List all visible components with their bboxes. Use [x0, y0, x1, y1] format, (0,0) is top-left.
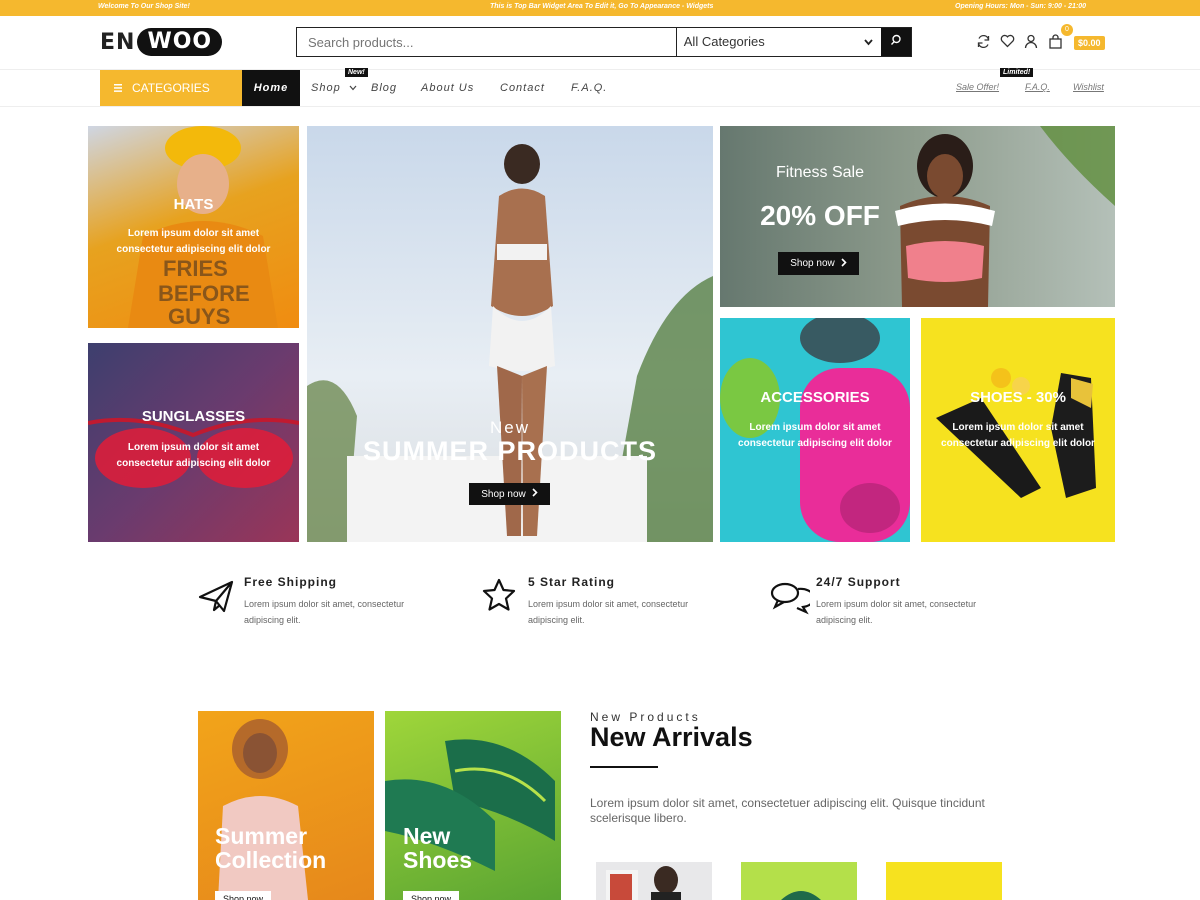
- categories-button[interactable]: CATEGORIES: [100, 70, 242, 106]
- svg-text:BEFORE: BEFORE: [158, 281, 250, 306]
- site-logo[interactable]: EN WOO: [100, 28, 223, 56]
- cart-icon[interactable]: [1047, 33, 1063, 49]
- nav-contact[interactable]: Contact: [500, 82, 545, 94]
- hats-desc: Lorem ipsum dolor sit amet consectetur a…: [116, 228, 271, 255]
- nav-shop[interactable]: Shop: [311, 82, 357, 94]
- sunglasses-desc: Lorem ipsum dolor sit amet consectetur a…: [116, 442, 271, 469]
- nav-sale-offer[interactable]: Sale Offer!: [956, 82, 999, 92]
- cart-total[interactable]: $0.00: [1074, 36, 1105, 50]
- feature-desc: Lorem ipsum dolor sit amet, consectetur …: [244, 599, 405, 625]
- product-photo: [606, 866, 681, 900]
- summer-title: SUMMER PRODUCTS: [362, 436, 657, 466]
- menu-icon: [114, 81, 122, 95]
- chevron-down-icon: [349, 82, 357, 94]
- fitness-shop-now-label: Shop now: [790, 258, 835, 269]
- opening-hours: Opening Hours: Mon - Sun: 9:00 - 21:00: [955, 3, 1087, 10]
- product-thumbnail[interactable]: [741, 862, 857, 900]
- heart-icon[interactable]: [999, 33, 1015, 49]
- sunglasses-title: SUNGLASSES: [141, 408, 246, 425]
- summer-collection-button[interactable]: Shop now: [215, 891, 272, 900]
- banner-hats[interactable]: FRIES BEFORE GUYS HATS Lorem ipsum dolor…: [88, 126, 299, 328]
- feature-support: 24/7 Support Lorem ipsum dolor sit amet,…: [770, 575, 1010, 635]
- feature-free-shipping: Free Shipping Lorem ipsum dolor sit amet…: [198, 575, 438, 635]
- widget-notice: This is Top Bar Widget Area To Edit it, …: [490, 3, 714, 10]
- chevron-down-icon: [863, 28, 874, 67]
- paper-plane-icon: [198, 577, 236, 615]
- new-shoes-tile[interactable]: New Shoes Shop now: [385, 711, 561, 900]
- categories-label: CATEGORIES: [132, 81, 210, 95]
- chat-icon: [770, 577, 816, 615]
- banner-accessories[interactable]: ACCESSORIES Lorem ipsum dolor sit amet c…: [720, 318, 910, 542]
- nav-faq[interactable]: F.A.Q.: [571, 82, 607, 94]
- arrivals-divider: [590, 766, 658, 768]
- new-shoes-title-2: Shoes: [403, 847, 473, 873]
- new-shoes-title-1: New: [403, 823, 451, 849]
- banner-summer-products[interactable]: New SUMMER PRODUCTS Shop now: [307, 126, 713, 542]
- banner-sunglasses[interactable]: SUNGLASSES Lorem ipsum dolor sit amet co…: [88, 343, 299, 542]
- svg-text:GUYS: GUYS: [168, 304, 230, 328]
- feature-title: 24/7 Support: [816, 575, 901, 589]
- product-photo: [781, 891, 821, 900]
- arrivals-desc: Lorem ipsum dolor sit amet, consectetuer…: [590, 796, 985, 825]
- nav-shop-label: Shop: [311, 82, 341, 94]
- shoes-desc: Lorem ipsum dolor sit amet consectetur a…: [941, 422, 1095, 449]
- fitness-title: 20% OFF: [760, 200, 880, 231]
- top-bar: Welcome To Our Shop Site! This is Top Ba…: [0, 0, 1200, 16]
- nav-home[interactable]: Home: [242, 70, 300, 106]
- product-thumbnail[interactable]: [886, 862, 1002, 900]
- category-select[interactable]: All Categories: [675, 28, 881, 56]
- nav-about[interactable]: About Us: [421, 82, 474, 94]
- summer-shop-now-button[interactable]: Shop now: [469, 483, 550, 505]
- compare-icon[interactable]: [975, 33, 991, 49]
- banner-fitness-sale[interactable]: Fitness Sale 20% OFF Shop now: [720, 126, 1115, 307]
- summer-photo: [307, 144, 713, 542]
- fitness-shop-now-button[interactable]: Shop now: [778, 252, 859, 275]
- nav-wishlist[interactable]: Wishlist: [1073, 82, 1104, 92]
- new-shoes-button[interactable]: Shop now: [403, 891, 460, 900]
- svg-text:FRIES: FRIES: [163, 256, 228, 281]
- limited-badge: Limited!: [1000, 68, 1034, 77]
- search-input[interactable]: [297, 28, 676, 56]
- welcome-text: Welcome To Our Shop Site!: [98, 3, 190, 10]
- logo-en: EN: [100, 29, 136, 55]
- fitness-kicker: Fitness Sale: [775, 164, 865, 181]
- accessories-desc: Lorem ipsum dolor sit amet consectetur a…: [738, 422, 892, 449]
- star-icon: [482, 577, 520, 615]
- user-icon[interactable]: [1023, 33, 1039, 49]
- feature-star-rating: 5 Star Rating Lorem ipsum dolor sit amet…: [482, 575, 722, 635]
- feature-title: Free Shipping: [244, 575, 338, 589]
- summer-shop-now-label: Shop now: [481, 488, 526, 500]
- main-navigation: CATEGORIES Home Shop New! Blog About Us …: [0, 68, 1200, 107]
- banner-shoes[interactable]: SHOES - 30% Lorem ipsum dolor sit amet c…: [921, 318, 1115, 542]
- cart-count-badge: 0: [1061, 24, 1073, 36]
- shoes-title: SHOES - 30%: [970, 389, 1066, 406]
- nav-blog[interactable]: Blog: [371, 82, 397, 94]
- summer-collection-title-1: Summer: [215, 823, 308, 849]
- site-header: EN WOO All Categories 0 $0.00: [0, 16, 1200, 70]
- summer-kicker: New: [489, 418, 530, 437]
- summer-collection-tile[interactable]: Summer Collection Shop now: [198, 711, 374, 900]
- feature-title: 5 Star Rating: [528, 575, 616, 589]
- search-form: All Categories: [296, 27, 912, 57]
- chevron-right-icon: [532, 488, 538, 500]
- feature-desc: Lorem ipsum dolor sit amet, consectetur …: [816, 599, 977, 625]
- accessories-title: ACCESSORIES: [760, 389, 870, 406]
- hats-title: HATS: [173, 196, 214, 213]
- nav-right-faq[interactable]: F.A.Q.: [1025, 82, 1050, 92]
- search-button[interactable]: [881, 28, 912, 56]
- summer-collection-title-2: Collection: [215, 847, 327, 873]
- feature-desc: Lorem ipsum dolor sit amet, consectetur …: [528, 599, 689, 625]
- new-badge: New!: [345, 68, 368, 77]
- logo-woo: WOO: [137, 28, 223, 56]
- header-icons: [975, 33, 1063, 49]
- product-thumbnail[interactable]: [596, 862, 712, 900]
- chevron-right-icon: [841, 257, 847, 270]
- category-select-value: All Categories: [683, 34, 765, 49]
- search-icon: [890, 33, 902, 51]
- arrivals-title: New Arrivals: [590, 722, 753, 752]
